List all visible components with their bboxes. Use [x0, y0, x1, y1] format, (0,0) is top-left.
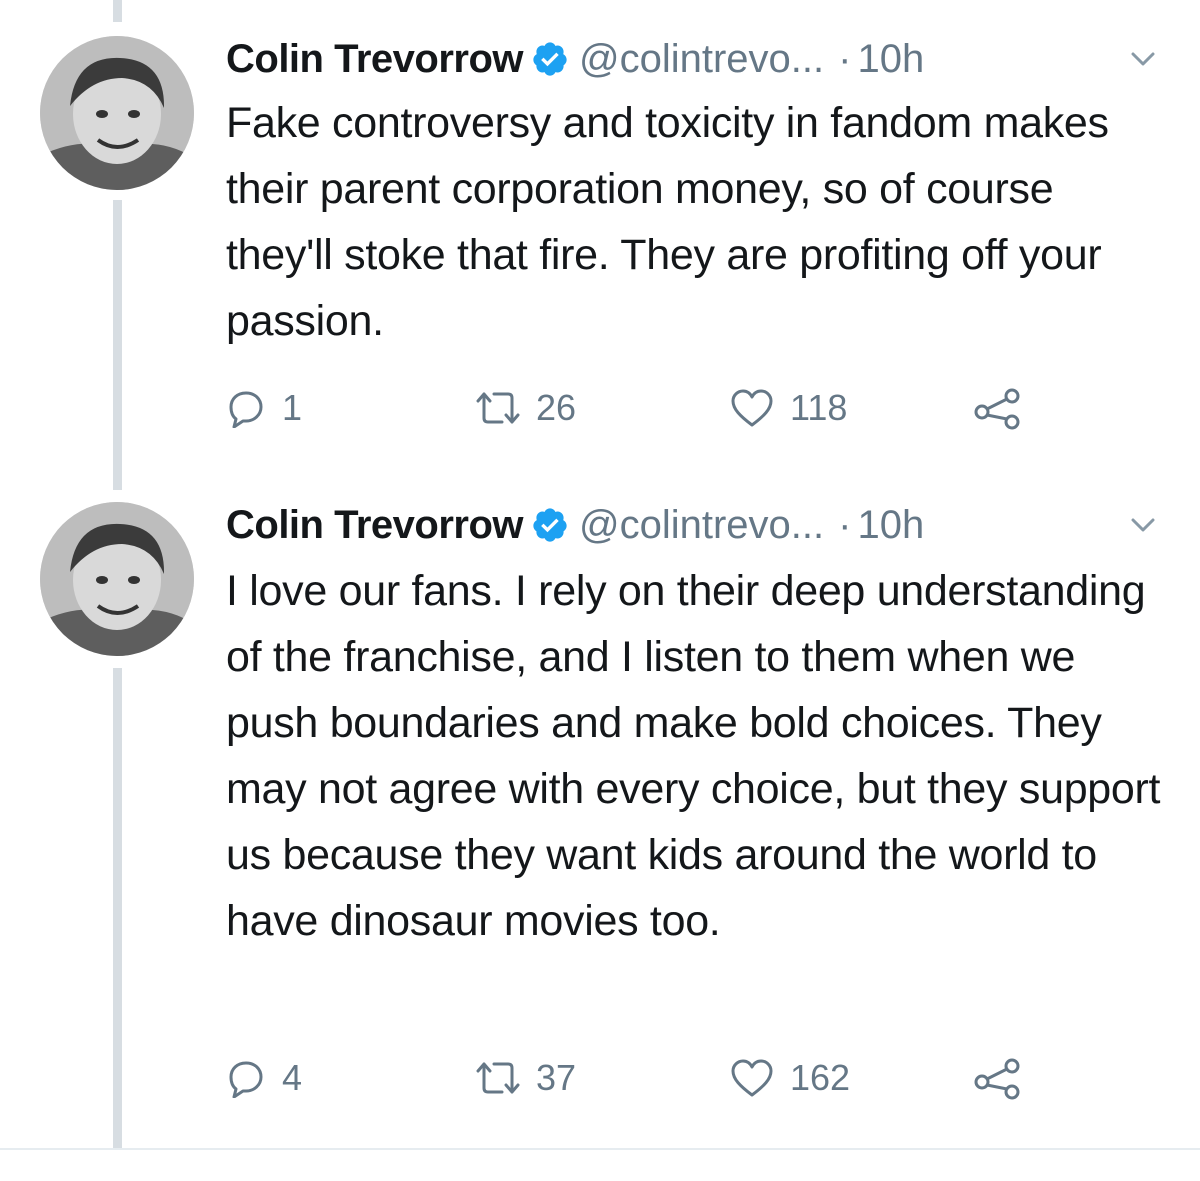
share-button[interactable] — [974, 1056, 1022, 1100]
tweet-text: Fake controversy and toxicity in fandom … — [226, 99, 1109, 345]
reply-icon — [229, 391, 263, 428]
avatar-photo — [40, 502, 194, 656]
retweet-button[interactable]: 26 — [476, 386, 576, 430]
verified-badge-icon — [531, 40, 569, 78]
chevron-down-icon[interactable] — [1128, 44, 1158, 74]
avatar[interactable] — [40, 36, 194, 190]
retweet-count: 37 — [536, 1057, 577, 1098]
like-count: 162 — [790, 1057, 851, 1098]
avatar-photo — [40, 36, 194, 190]
reply-icon — [229, 1061, 263, 1098]
tweet-header: Colin Trevorrow @colintrevo... · 10h — [226, 500, 924, 550]
timestamp[interactable]: 10h — [857, 503, 924, 548]
timestamp[interactable]: 10h — [857, 37, 924, 82]
like-icon — [731, 389, 773, 427]
separator-dot: · — [838, 36, 852, 81]
verified-badge-icon — [531, 506, 569, 544]
tweet[interactable]: Colin Trevorrow @colintrevo... · 10h Fak… — [0, 0, 1200, 480]
separator-dot: · — [838, 502, 852, 547]
tweet-text: I love our fans. I rely on their deep un… — [226, 567, 1161, 945]
tweet-actions: 4 37 162 — [226, 1056, 1056, 1100]
retweet-button[interactable]: 37 — [476, 1056, 576, 1100]
tweet[interactable]: Colin Trevorrow @colintrevo... · 10h I l… — [0, 480, 1200, 1148]
retweet-icon — [476, 1062, 520, 1094]
share-icon — [974, 1058, 1020, 1100]
author-handle[interactable]: @colintrevo... — [579, 37, 824, 82]
like-button[interactable]: 162 — [730, 1056, 850, 1100]
share-icon — [974, 388, 1020, 430]
reply-count: 4 — [282, 1057, 303, 1098]
like-button[interactable]: 118 — [730, 386, 847, 430]
like-count: 118 — [790, 387, 848, 428]
tweet-header: Colin Trevorrow @colintrevo... · 10h — [226, 34, 924, 84]
author-handle[interactable]: @colintrevo... — [579, 503, 824, 548]
reply-button[interactable]: 4 — [226, 1056, 302, 1100]
author-name[interactable]: Colin Trevorrow — [226, 37, 524, 82]
retweet-count: 26 — [536, 387, 577, 428]
chevron-down-icon[interactable] — [1128, 510, 1158, 540]
author-name[interactable]: Colin Trevorrow — [226, 503, 524, 548]
share-button[interactable] — [974, 386, 1022, 430]
reply-button[interactable]: 1 — [226, 386, 302, 430]
avatar[interactable] — [40, 502, 194, 656]
retweet-icon — [476, 392, 520, 424]
divider — [0, 1148, 1200, 1150]
tweet-actions: 1 26 118 — [226, 386, 1056, 430]
reply-count: 1 — [282, 387, 303, 428]
like-icon — [731, 1059, 773, 1097]
